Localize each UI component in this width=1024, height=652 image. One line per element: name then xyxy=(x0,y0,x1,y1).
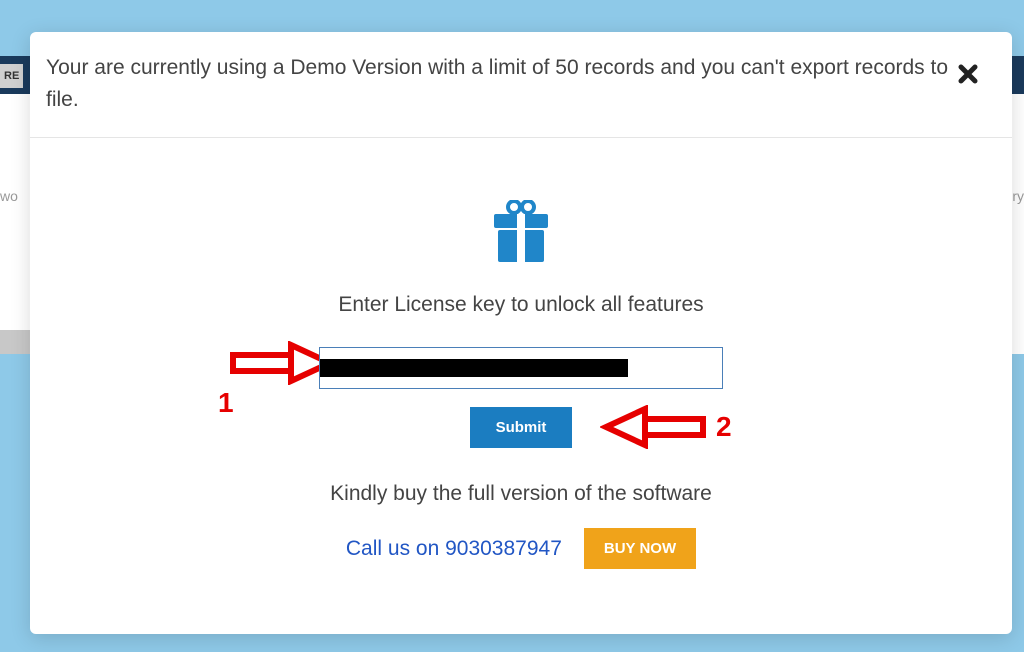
background-left-fragment: wo xyxy=(0,188,18,204)
modal-header: Your are currently using a Demo Version … xyxy=(30,32,1012,138)
license-input-row: 1 xyxy=(30,347,1012,389)
buy-now-button[interactable]: BUY NOW xyxy=(584,528,696,569)
license-prompt: Enter License key to unlock all features xyxy=(30,293,1012,317)
license-key-input[interactable] xyxy=(319,347,723,389)
close-icon[interactable] xyxy=(950,58,986,92)
call-us-link[interactable]: Call us on 9030387947 xyxy=(346,537,562,561)
submit-row: Submit 2 xyxy=(30,407,1012,448)
background-top-bar xyxy=(0,0,1024,28)
modal-body: Enter License key to unlock all features… xyxy=(30,138,1012,569)
annotation-arrow-2 xyxy=(600,405,706,454)
license-modal: Your are currently using a Demo Version … xyxy=(30,32,1012,634)
buy-full-version-text: Kindly buy the full version of the softw… xyxy=(30,482,1012,506)
bottom-row: Call us on 9030387947 BUY NOW xyxy=(30,528,1012,569)
gift-icon xyxy=(30,200,1012,269)
background-gray-band xyxy=(0,330,30,354)
background-re-fragment: RE xyxy=(0,64,23,88)
modal-header-text: Your are currently using a Demo Version … xyxy=(46,52,950,115)
annotation-label-2: 2 xyxy=(716,411,732,443)
submit-button[interactable]: Submit xyxy=(470,407,573,448)
background-right-fragment: ry xyxy=(1012,188,1024,204)
